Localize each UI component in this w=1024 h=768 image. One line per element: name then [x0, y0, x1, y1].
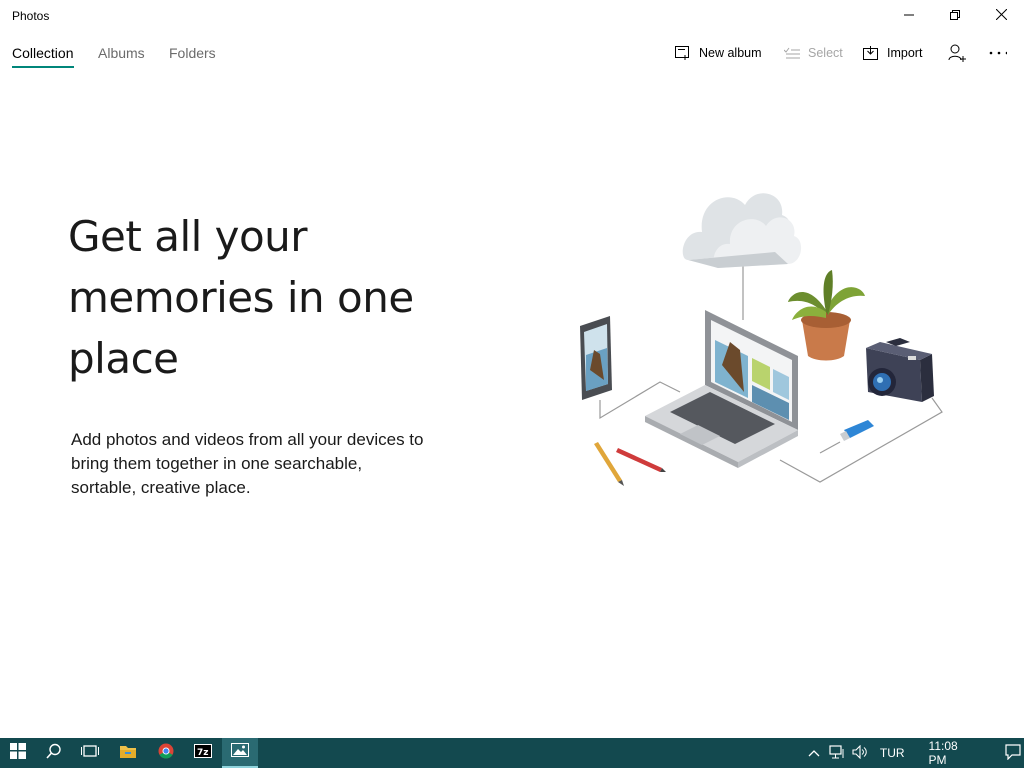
file-explorer-button[interactable]	[110, 738, 146, 768]
network-icon	[829, 744, 845, 762]
network-button[interactable]	[827, 744, 848, 762]
new-album-icon	[674, 44, 692, 62]
action-center-button[interactable]	[1002, 743, 1024, 763]
close-icon	[995, 7, 1007, 25]
file-explorer-icon	[119, 743, 137, 764]
import-button[interactable]: Import	[862, 40, 922, 66]
import-label: Import	[887, 46, 923, 60]
hero-description-line: Add photos and videos from all your devi…	[71, 430, 424, 449]
cloud-icon	[682, 193, 802, 268]
app-title: Photos	[12, 9, 50, 23]
pen-icon	[616, 448, 666, 472]
taskbar-search-button[interactable]	[36, 738, 72, 768]
tab-albums[interactable]: Albums	[98, 45, 145, 61]
more-options-button[interactable]	[989, 40, 1014, 66]
restore-icon	[950, 7, 960, 25]
search-icon	[46, 743, 62, 764]
pencil-icon	[594, 442, 624, 486]
close-button[interactable]	[978, 0, 1024, 32]
input-language-indicator[interactable]: TUR	[880, 746, 905, 760]
plant-icon	[788, 270, 865, 361]
new-album-label: New album	[699, 46, 762, 60]
chrome-icon	[158, 743, 174, 764]
person-add-icon	[948, 44, 966, 62]
restore-button[interactable]	[932, 0, 978, 32]
more-ellipsis-icon	[989, 44, 1007, 62]
minimize-icon	[904, 7, 914, 25]
hero-description: Add photos and videos from all your devi…	[71, 428, 471, 500]
task-view-icon	[81, 743, 99, 764]
devices-illustration	[580, 193, 943, 486]
chrome-button[interactable]	[148, 738, 184, 768]
tray-expand-button[interactable]	[806, 746, 823, 760]
taskbar: 7z TUR 11:08 PM	[0, 738, 1024, 768]
hero-description-line: bring them together in one searchable,	[71, 454, 363, 473]
title-bar: Photos	[0, 0, 1024, 32]
usb-drive-icon	[840, 420, 874, 441]
select-checklist-icon	[783, 44, 801, 62]
windows-start-icon	[10, 742, 26, 764]
tab-folders[interactable]: Folders	[169, 45, 216, 61]
7zip-button[interactable]: 7z	[185, 738, 221, 768]
hero-title: Get all your memories in one place	[68, 206, 508, 389]
laptop-icon	[645, 310, 798, 468]
chevron-up-icon	[808, 746, 820, 760]
tab-collection[interactable]: Collection	[12, 45, 73, 61]
new-album-button[interactable]: New album	[674, 40, 762, 66]
minimize-button[interactable]	[886, 0, 932, 32]
photos-app-icon	[231, 742, 249, 762]
clock[interactable]: 11:08 PM	[929, 739, 976, 767]
volume-button[interactable]	[849, 744, 870, 762]
hero-description-line: sortable, creative place.	[71, 478, 251, 497]
account-button[interactable]	[948, 40, 973, 66]
hero-title-line: place	[68, 334, 179, 383]
active-tab-indicator	[12, 66, 74, 68]
volume-icon	[852, 744, 868, 762]
hero-title-line: Get all your	[68, 212, 308, 261]
hero-title-line: memories in one	[68, 273, 414, 322]
svg-text:7z: 7z	[197, 748, 209, 758]
select-label: Select	[808, 46, 843, 60]
7zip-icon: 7z	[194, 743, 212, 763]
navigation-bar: Collection Albums Folders New album Sele…	[0, 32, 1024, 76]
photos-taskbar-button[interactable]	[222, 738, 258, 768]
task-view-button[interactable]	[72, 738, 108, 768]
import-icon	[862, 44, 880, 62]
camera-icon	[866, 338, 934, 402]
start-button[interactable]	[0, 738, 36, 768]
notification-icon	[1005, 743, 1021, 763]
system-tray: TUR 11:08 PM	[806, 738, 1024, 768]
select-button[interactable]: Select	[783, 40, 843, 66]
tablet-icon	[580, 316, 612, 400]
